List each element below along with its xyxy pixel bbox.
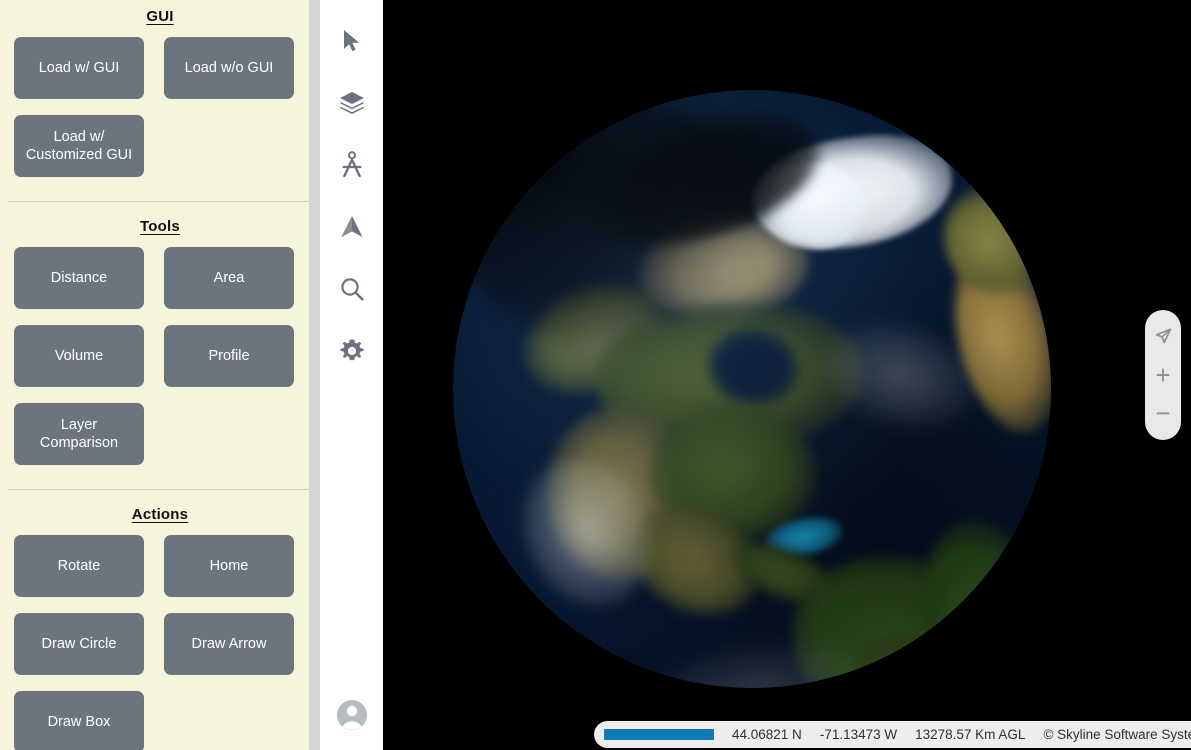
altitude-readout: 13278.57 Km AGL: [915, 727, 1025, 742]
globe-shading: [453, 90, 1051, 688]
tool-layers[interactable]: [331, 82, 373, 124]
sidebar-scrollbar[interactable]: [309, 0, 320, 750]
application-window: GUI Load w/ GUI Load w/o GUI Load w/ Cus…: [0, 0, 1191, 750]
globe-sphere[interactable]: [453, 90, 1051, 688]
button-grid-gui: Load w/ GUI Load w/o GUI Load w/ Customi…: [14, 37, 306, 183]
toolbar-items: [331, 0, 373, 372]
sidebar-scroll-area: GUI Load w/ GUI Load w/o GUI Load w/ Cus…: [0, 0, 320, 750]
section-title-actions: Actions: [14, 502, 306, 535]
navigation-arrow-icon: [339, 214, 365, 240]
volume-tool-button[interactable]: Volume: [14, 325, 144, 387]
earth-globe[interactable]: [453, 90, 1051, 688]
distance-tool-button[interactable]: Distance: [14, 247, 144, 309]
status-bar: 44.06821 N -71.13473 W 13278.57 Km AGL ©…: [594, 721, 1191, 748]
draw-circle-action-button[interactable]: Draw Circle: [14, 613, 144, 675]
section-gui: GUI Load w/ GUI Load w/o GUI Load w/ Cus…: [0, 0, 320, 183]
layer-comparison-tool-button[interactable]: Layer Comparison: [14, 403, 144, 465]
gear-icon: [339, 338, 365, 364]
latitude-readout: 44.06821 N: [732, 727, 802, 742]
tool-select[interactable]: [331, 20, 373, 62]
rotate-action-button[interactable]: Rotate: [14, 535, 144, 597]
section-title-gui: GUI: [14, 4, 306, 37]
tool-settings[interactable]: [331, 330, 373, 372]
draw-box-action-button[interactable]: Draw Box: [14, 691, 144, 750]
user-account-icon: [335, 698, 369, 732]
area-tool-button[interactable]: Area: [164, 247, 294, 309]
left-sidebar: GUI Load w/ GUI Load w/o GUI Load w/ Cus…: [0, 0, 320, 750]
sidebar-divider-1: [8, 201, 312, 202]
sidebar-scrollbar-thumb[interactable]: [309, 0, 320, 748]
load-with-gui-button[interactable]: Load w/ GUI: [14, 37, 144, 99]
section-actions: Actions Rotate Home Draw Circle Draw Arr…: [0, 502, 320, 750]
navigation-control-panel: + −: [1145, 310, 1181, 440]
load-customized-gui-button[interactable]: Load w/ Customized GUI: [14, 115, 144, 177]
scale-bar: [604, 729, 714, 740]
tool-measure[interactable]: [331, 144, 373, 186]
toolbar-footer: [320, 694, 383, 736]
section-title-tools: Tools: [14, 214, 306, 247]
tool-search[interactable]: [331, 268, 373, 310]
sidebar-divider-2: [8, 489, 312, 490]
draw-arrow-action-button[interactable]: Draw Arrow: [164, 613, 294, 675]
copyright-notice: © Skyline Software Systems: [1043, 727, 1191, 742]
button-grid-actions: Rotate Home Draw Circle Draw Arrow Draw …: [14, 535, 306, 750]
search-icon: [339, 276, 365, 302]
tool-navigate[interactable]: [331, 206, 373, 248]
home-action-button[interactable]: Home: [164, 535, 294, 597]
load-without-gui-button[interactable]: Load w/o GUI: [164, 37, 294, 99]
measure-compass-icon: [339, 151, 365, 179]
button-grid-tools: Distance Area Volume Profile Layer Compa…: [14, 247, 306, 471]
zoom-in-button[interactable]: +: [1148, 359, 1178, 391]
globe-viewport[interactable]: + − 44.06821 N -71.13473 W 13278.57 Km A…: [383, 0, 1191, 750]
cursor-arrow-icon: [340, 28, 364, 54]
profile-tool-button[interactable]: Profile: [164, 325, 294, 387]
vertical-toolbar: [320, 0, 383, 750]
longitude-readout: -71.13473 W: [820, 727, 897, 742]
layers-icon: [338, 90, 366, 116]
section-tools: Tools Distance Area Volume Profile Layer…: [0, 214, 320, 471]
navigation-cursor-icon: [1153, 324, 1173, 350]
pan-cursor-button[interactable]: [1148, 321, 1178, 353]
zoom-out-button[interactable]: −: [1148, 397, 1178, 429]
account-button[interactable]: [331, 694, 373, 736]
